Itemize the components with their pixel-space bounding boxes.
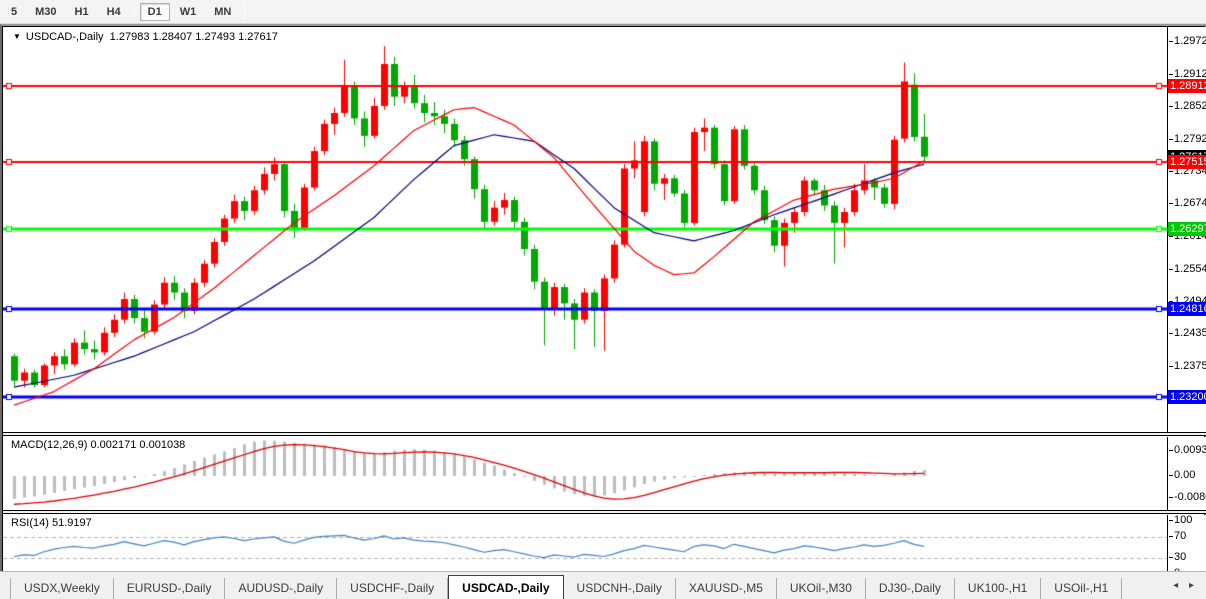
timeframe-button-h4[interactable]: H4 xyxy=(99,3,129,21)
symbol-tab-usdchf[interactable]: USDCHF-,Daily xyxy=(337,578,448,599)
price-tag: 1.27515 xyxy=(1168,155,1206,169)
symbol-tab-eurusd[interactable]: EURUSD-,Daily xyxy=(114,578,226,599)
rsi-value: 51.9197 xyxy=(52,517,92,529)
rsi-axis-label: 30 xyxy=(1174,551,1186,563)
symbol-tab-dj30[interactable]: DJ30-,Daily xyxy=(866,578,955,599)
price-axis: 1.297251.291251.285251.279251.273401.267… xyxy=(1167,27,1206,432)
rsi-axis-label: 100 xyxy=(1174,514,1192,526)
chart-title: ▼ USDCAD-,Daily 1.27983 1.28407 1.27493 1… xyxy=(13,31,278,43)
chart-symbol: USDCAD-,Daily xyxy=(26,31,104,43)
macd-axis-label: -0.00801 xyxy=(1174,491,1206,503)
macd-axis-label: 0.009303 xyxy=(1174,444,1206,456)
chart-window: ▼ USDCAD-,Daily 1.27983 1.28407 1.27493 1… xyxy=(0,24,1206,571)
symbol-tab-usdcnh[interactable]: USDCNH-,Daily xyxy=(564,578,676,599)
rsi-canvas[interactable] xyxy=(3,515,1167,577)
symbol-tab-usoil[interactable]: USOil-,H1 xyxy=(1041,578,1122,599)
price-tag: 1.23200 xyxy=(1168,390,1206,404)
macd-values: 0.002171 0.001038 xyxy=(90,439,185,451)
timeframe-button-m30[interactable]: M30 xyxy=(27,3,64,21)
symbol-tab-usdcad[interactable]: USDCAD-,Daily xyxy=(448,575,563,599)
timeframe-button-mn[interactable]: MN xyxy=(206,3,239,21)
chart-ohlc-values: 1.27983 1.28407 1.27493 1.27617 xyxy=(110,31,278,43)
symbol-tab-uk100[interactable]: UK100-,H1 xyxy=(955,578,1041,599)
price-tag: 1.24816 xyxy=(1168,302,1206,316)
rsi-label: RSI(14) 51.9197 xyxy=(11,517,92,529)
price-tag: 1.28912 xyxy=(1168,79,1206,93)
symbol-tab-ukoil[interactable]: UKOil-,M30 xyxy=(777,578,866,599)
timeframe-toolbar: 5M30H1H4 D1W1MN xyxy=(0,0,1206,24)
price-axis-label: 1.28525 xyxy=(1174,100,1206,112)
symbol-tab-xauusd[interactable]: XAUUSD-,M5 xyxy=(676,578,777,599)
toolbar-separator xyxy=(244,4,245,20)
rsi-axis-label: 70 xyxy=(1174,530,1186,542)
price-axis-label: 1.29125 xyxy=(1174,68,1206,80)
pane-splitter[interactable] xyxy=(3,432,1206,436)
price-axis-label: 1.27925 xyxy=(1174,133,1206,145)
price-axis-label: 1.23755 xyxy=(1174,360,1206,372)
price-axis-label: 1.25540 xyxy=(1174,263,1206,275)
macd-label: MACD(12,26,9) 0.002171 0.001038 xyxy=(11,439,185,451)
pane-splitter[interactable] xyxy=(3,510,1206,514)
timeframe-button-d1[interactable]: D1 xyxy=(140,3,170,21)
timeframe-button-h1[interactable]: H1 xyxy=(67,3,97,21)
rsi-axis: 10070300 xyxy=(1167,515,1206,577)
timeframe-button-w1[interactable]: W1 xyxy=(172,3,205,21)
symbol-tab-bar: USDX,WeeklyEURUSD-,DailyAUDUSD-,DailyUSD… xyxy=(0,571,1206,599)
collapse-triangle-icon[interactable]: ▼ xyxy=(13,32,21,41)
price-axis-label: 1.24355 xyxy=(1174,327,1206,339)
price-tag: 1.26297 xyxy=(1168,222,1206,236)
tab-scroll-arrows[interactable]: ◂ ▸ xyxy=(1173,580,1198,591)
main-price-pane: ▼ USDCAD-,Daily 1.27983 1.28407 1.27493 1… xyxy=(3,27,1206,432)
rsi-pane: RSI(14) 51.9197 10070300 xyxy=(3,515,1206,577)
timeframe-button-5[interactable]: 5 xyxy=(3,3,25,21)
macd-axis-label: 0.00 xyxy=(1174,469,1195,481)
symbol-tab-audusd[interactable]: AUDUSD-,Daily xyxy=(225,578,337,599)
main-chart-canvas[interactable] xyxy=(3,27,1167,432)
price-axis-label: 1.26740 xyxy=(1174,197,1206,209)
toolbar-separator xyxy=(134,4,135,20)
symbol-tab-usdx[interactable]: USDX,Weekly xyxy=(10,578,114,599)
chart-frame: ▼ USDCAD-,Daily 1.27983 1.28407 1.27493 1… xyxy=(2,26,1205,571)
macd-axis: 0.009303 0.00 -0.00801 xyxy=(1167,437,1206,510)
price-axis-label: 1.29725 xyxy=(1174,35,1206,47)
macd-pane: MACD(12,26,9) 0.002171 0.001038 0.009303… xyxy=(3,437,1206,510)
